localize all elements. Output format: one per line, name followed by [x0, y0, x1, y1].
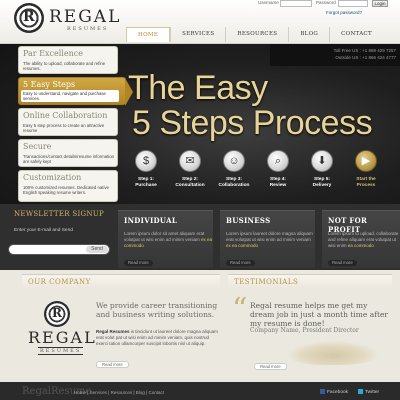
step-label: Start the Process: [356, 177, 376, 188]
read-more-button[interactable]: Read more: [328, 260, 357, 266]
quote-icon: “: [232, 292, 248, 327]
tab-title: 5 Easy Steps: [23, 80, 76, 89]
footer-links[interactable]: Home | Services | Resources | Blog | Con…: [74, 390, 164, 395]
card-not-for-profit: NOT FOR PROFIT Lorem ipsum to upload, co…: [322, 210, 400, 268]
username-label: Username: [258, 0, 279, 5]
tab-desc: Easy to understand, navigate and purchas…: [21, 90, 119, 103]
company-body: Regal Resumes is tincidunt ut laoreet do…: [96, 329, 218, 346]
step-review[interactable]: ⌕ Step 4: Review: [258, 150, 298, 188]
step-purchase[interactable]: $ Step 1: Purchase: [126, 150, 166, 188]
tab-title: Par Excellence: [23, 49, 83, 58]
company-read-more-button[interactable]: Read more: [96, 361, 129, 368]
testimonial-author: Company Name, President Director: [250, 327, 359, 334]
magnifier-icon: ⌕: [267, 150, 289, 172]
company-logo: R REGAL RESUMES: [28, 301, 95, 357]
logo-seal-icon: R: [44, 301, 70, 327]
brand-tagline: RESUMES: [67, 26, 109, 32]
login-button[interactable]: Login: [372, 0, 388, 7]
company-logo-name: REGAL: [28, 328, 97, 347]
tab-title: Online Collaboration: [23, 111, 108, 120]
main-nav: HOME SERVICES RESOURCES BLOG CONTACT: [126, 27, 383, 42]
brand-name: REGAL: [49, 7, 122, 27]
login-form: Username Password Login Forgot password?: [258, 0, 388, 20]
testimonial-quote: Regal resume helps me get my dream job i…: [250, 301, 389, 328]
forgot-password-link[interactable]: Forgot password?: [326, 10, 362, 15]
newsletter-prompt: Enter your E-mail and Send: [14, 228, 73, 233]
step-consultation[interactable]: ✉ Step 2: Consultation: [170, 150, 210, 188]
people-icon: ☺: [223, 150, 245, 172]
newsletter-heading: NEWSLETTER SIGNUP: [14, 210, 105, 218]
read-more-button[interactable]: Read more: [124, 260, 153, 266]
step-label: Step 5: Delivery: [312, 177, 332, 188]
audience-cards: INDIVIDUAL Lorem ipsum dolor sit amet al…: [118, 210, 400, 268]
nav-blog[interactable]: BLOG: [288, 27, 329, 42]
newsletter-email-input[interactable]: Send: [8, 244, 110, 255]
company-heading: OUR COMPANY: [22, 275, 220, 289]
tab-par-excellence[interactable]: Par Excellence The ability to upload, co…: [18, 46, 118, 74]
tab-desc: The ability to upload, collaborate and r…: [23, 61, 106, 72]
phone-outside: Outside US : +1 866 424 4777: [335, 55, 396, 60]
envelope-icon: ✉: [179, 150, 201, 172]
tab-5-easy-steps[interactable]: 5 Easy Steps Easy to understand, navigat…: [18, 77, 133, 106]
hero-title-line1: The Easy: [128, 69, 268, 107]
company-logo-tagline: RESUMES: [38, 347, 84, 355]
dollar-icon: $: [135, 150, 157, 172]
nav-services[interactable]: SERVICES: [170, 27, 225, 42]
tab-desc: 100% customized resumes. Dedicated nativ…: [23, 185, 109, 196]
password-input[interactable]: [338, 0, 368, 7]
twitter-link[interactable]: Twitter: [358, 389, 379, 395]
process-steps: $ Step 1: Purchase ✉ Step 2: Consultation …: [126, 150, 396, 200]
phone-strip: Toll Free US : +1 888 429 7257 Outside U…: [270, 44, 400, 66]
facebook-link[interactable]: Facebook: [320, 389, 348, 395]
card-individual: INDIVIDUAL Lorem ipsum dolor sit amet al…: [118, 210, 213, 268]
card-body: Lorem ipsum to upload, collaborate and r…: [328, 231, 399, 248]
footer: RegalResume Home | Services | Resources …: [0, 382, 400, 400]
newsletter-signup: NEWSLETTER SIGNUP Enter your E-mail and …: [14, 210, 118, 233]
hero-banner: Toll Free US : +1 888 429 7257 Outside U…: [0, 44, 400, 204]
newsletter-send-button[interactable]: Send: [86, 246, 108, 253]
tab-online-collaboration[interactable]: Online Collaboration Easy 5 step process…: [18, 108, 118, 136]
lower-section: OUR COMPANY R REGAL RESUMES We provide c…: [0, 270, 400, 382]
header: R REGAL RESUMES Username Password Login …: [0, 0, 400, 44]
brand-logo[interactable]: R REGAL RESUMES: [14, 3, 119, 37]
step-label: Step 1: Purchase: [135, 177, 157, 188]
feature-band: NEWSLETTER SIGNUP Enter your E-mail and …: [0, 204, 400, 270]
nav-resources[interactable]: RESOURCES: [225, 27, 288, 42]
card-heading: INDIVIDUAL: [124, 216, 178, 225]
tab-desc: Easy 5 step process to create an attract…: [23, 123, 105, 134]
card-heading: BUSINESS: [226, 216, 271, 225]
play-icon: ▶: [355, 150, 377, 172]
step-delivery[interactable]: ⬇ Step 5: Delivery: [302, 150, 342, 188]
facebook-icon: [320, 389, 325, 394]
step-label: Step 2: Consultation: [175, 177, 205, 188]
tab-desc: Transactions/contact details/resume info…: [23, 154, 115, 165]
tab-title: Secure: [23, 142, 52, 151]
tab-customization[interactable]: Customization 100% customized resumes. D…: [18, 170, 118, 202]
nav-home[interactable]: HOME: [126, 27, 171, 42]
card-body: Lorem ipsum dolor sit amet aliquam erat …: [124, 231, 213, 248]
card-body: Lorem ipsum laoreet dolore magna aliquam…: [226, 231, 313, 248]
username-input[interactable]: [280, 0, 312, 7]
nav-contact[interactable]: CONTACT: [329, 27, 383, 42]
our-company: OUR COMPANY R REGAL RESUMES We provide c…: [22, 274, 220, 376]
password-label: Password: [316, 0, 336, 5]
step-label: Step 4: Review: [269, 177, 287, 188]
phone-us: Toll Free US : +1 888 429 7257: [333, 48, 396, 53]
tab-secure[interactable]: Secure Transactions/contact details/resu…: [18, 139, 118, 167]
step-label: Step 3: Collaboration: [218, 177, 250, 188]
tab-title: Customization: [23, 173, 82, 182]
hero-title-line2: 5 Steps Process: [132, 104, 373, 142]
download-icon: ⬇: [311, 150, 333, 172]
card-business: BUSINESS Lorem ipsum laoreet dolore magn…: [220, 210, 315, 268]
start-process-button[interactable]: ▶ Start the Process: [346, 150, 386, 188]
company-lead: We provide career transitioning and busi…: [96, 301, 218, 319]
twitter-icon: [358, 389, 363, 394]
step-collaboration[interactable]: ☺ Step 3: Collaboration: [214, 150, 254, 188]
testimonials-read-more-button[interactable]: Read more: [254, 363, 287, 370]
testimonials: TESTIMONIALS “ Regal resume helps me get…: [228, 274, 392, 376]
ornament-icon: [288, 341, 378, 365]
testimonials-heading: TESTIMONIALS: [228, 275, 392, 289]
logo-seal-icon: R: [14, 3, 44, 33]
read-more-button[interactable]: Read more: [226, 260, 255, 266]
